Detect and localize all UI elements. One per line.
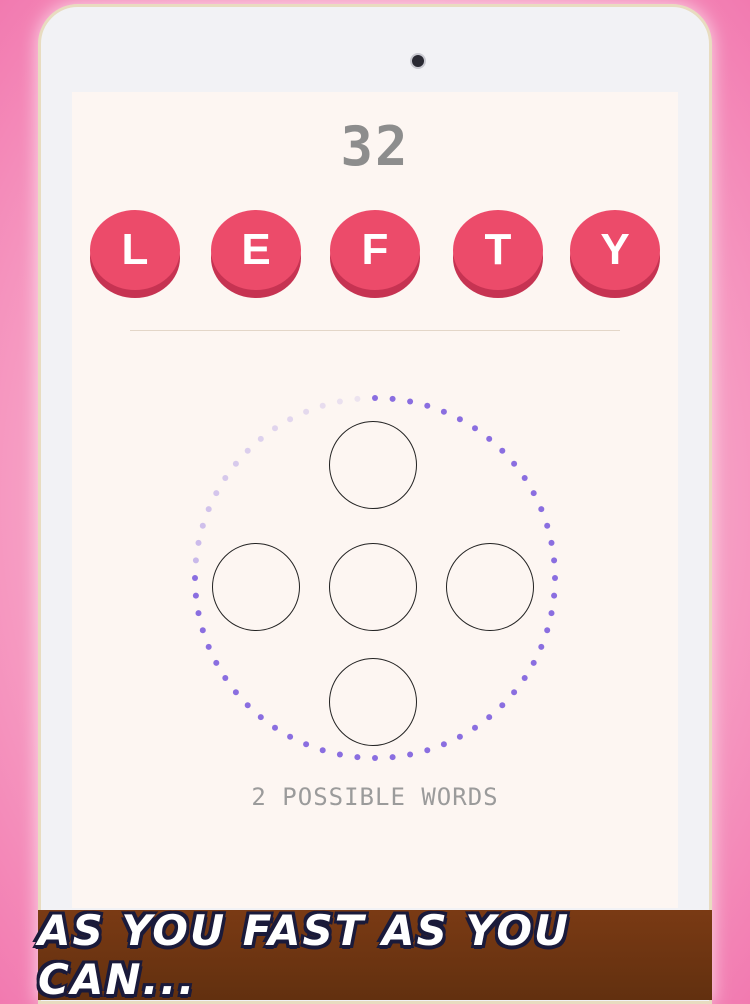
ring-dot <box>213 490 220 497</box>
ring-dot <box>272 425 278 432</box>
letter-slot-left[interactable] <box>212 543 300 631</box>
ring-dot <box>222 475 229 481</box>
ring-dot <box>257 714 264 721</box>
ring-dot <box>199 522 206 529</box>
ring-dot <box>424 747 431 754</box>
ring-dot <box>551 557 558 564</box>
ring-dot <box>199 627 206 634</box>
ring-dot <box>195 539 202 546</box>
ring-dot <box>354 754 361 761</box>
ring-dot <box>354 395 361 402</box>
letter-slot-bottom[interactable] <box>329 658 417 746</box>
ring-dot <box>552 575 558 581</box>
ring-dot <box>232 460 239 467</box>
ring-dot <box>472 425 478 432</box>
letter-slot-center[interactable] <box>329 543 417 631</box>
ring-dot <box>499 447 506 454</box>
ring-dot <box>486 714 493 721</box>
ring-dot <box>486 435 493 442</box>
ring-dot <box>213 659 220 666</box>
ring-dot <box>192 557 199 564</box>
ring-dot <box>257 435 264 442</box>
ring-dot <box>538 643 545 650</box>
ring-dot <box>192 575 198 581</box>
ring-dot <box>303 408 310 415</box>
ring-dot <box>456 416 463 423</box>
ring-dot <box>511 460 518 467</box>
ring-dot <box>319 747 326 754</box>
ring-dot <box>244 447 251 454</box>
ring-dot <box>499 702 506 709</box>
ring-dot <box>272 724 278 731</box>
ring-dot <box>440 408 447 415</box>
banner-text: AS YOU FAST AS YOU CAN... <box>38 906 571 1004</box>
ring-dot <box>530 659 537 666</box>
ring-dot <box>456 733 463 740</box>
ring-dot <box>303 741 310 748</box>
ring-dot <box>472 724 478 731</box>
ring-dot <box>287 416 294 423</box>
ring-dot <box>195 610 202 617</box>
ring-dot <box>440 741 447 748</box>
ring-dot <box>511 689 518 696</box>
ring-dot <box>287 733 294 740</box>
letter-slot-top[interactable] <box>329 421 417 509</box>
ring-dot <box>544 522 551 529</box>
ring-dot <box>205 506 212 513</box>
ring-dot <box>192 592 199 599</box>
ring-dot <box>336 751 343 758</box>
ring-dot <box>551 592 558 599</box>
ring-dot <box>548 610 555 617</box>
promo-banner: AS YOU FAST AS YOU CAN... <box>38 906 712 1004</box>
ring-dot <box>336 398 343 405</box>
ring-dot <box>538 506 545 513</box>
ring-dot <box>389 754 396 761</box>
ring-dot <box>244 702 251 709</box>
ring-dot <box>424 402 431 409</box>
ring-dot <box>389 395 396 402</box>
ring-dot <box>521 675 528 681</box>
ring-dot <box>407 398 414 405</box>
ring-dot <box>205 643 212 650</box>
possible-words-label: 2 POSSIBLE WORDS <box>251 783 499 811</box>
ring-dot <box>222 675 229 681</box>
ring-dot <box>232 689 239 696</box>
ring-dot <box>544 627 551 634</box>
ring-dot <box>319 402 326 409</box>
ring-dot <box>407 751 414 758</box>
ring-dot <box>530 490 537 497</box>
ring-dot <box>372 755 378 761</box>
ring-dot <box>521 475 528 481</box>
ring-dot <box>372 395 378 401</box>
letter-slot-right[interactable] <box>446 543 534 631</box>
ring-dot <box>548 539 555 546</box>
